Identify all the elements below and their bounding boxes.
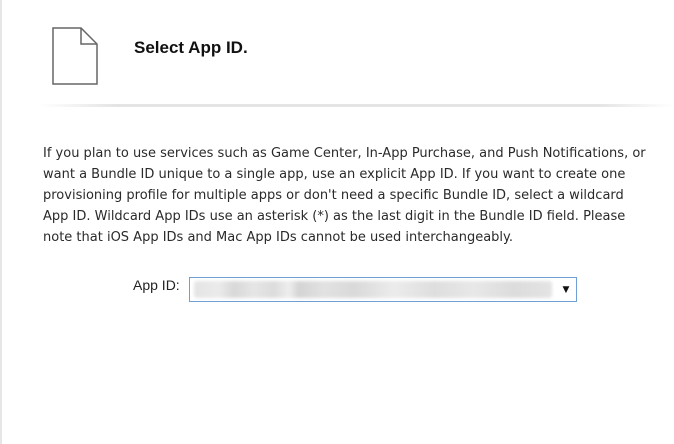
page-title: Select App ID. xyxy=(134,38,248,57)
left-border xyxy=(0,0,2,444)
app-id-description: If you plan to use services such as Game… xyxy=(43,146,646,245)
document-icon xyxy=(52,27,98,85)
app-id-select[interactable]: ▼ xyxy=(189,277,577,302)
header-divider xyxy=(40,104,674,107)
app-id-label: App ID: xyxy=(133,277,180,293)
app-id-selected-value xyxy=(194,281,552,298)
dropdown-arrow-icon[interactable]: ▼ xyxy=(559,279,573,300)
